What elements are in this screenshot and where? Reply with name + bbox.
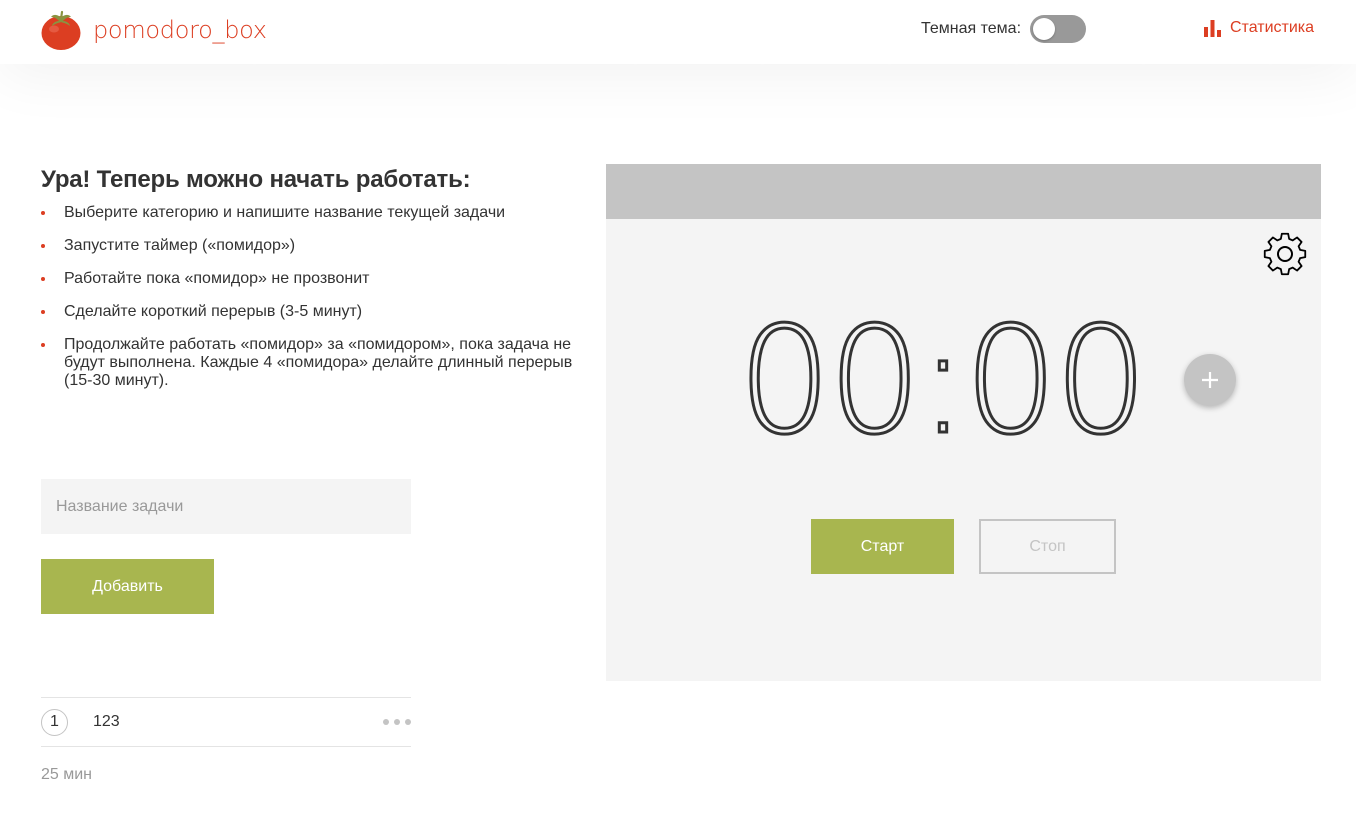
logo-text: pomodoro_box xyxy=(93,16,267,44)
plus-icon xyxy=(1202,372,1218,388)
logo[interactable]: pomodoro_box xyxy=(40,9,267,51)
instruction-step: Запустите таймер («помидор») xyxy=(41,237,601,255)
task-list: 1 123 xyxy=(41,697,411,747)
instruction-step: Выберите категорию и напишите название т… xyxy=(41,204,601,222)
instructions-title: Ура! Теперь можно начать работать: xyxy=(41,166,471,193)
statistics-link[interactable]: Статистика xyxy=(1204,19,1314,37)
instruction-step: Работайте пока «помидор» не прозвонит xyxy=(41,270,601,288)
add-time-button[interactable] xyxy=(1184,354,1236,406)
toggle-knob xyxy=(1033,18,1056,40)
instructions: Ура! Теперь можно начать работать: Выбер… xyxy=(41,166,601,405)
task-name[interactable]: 123 xyxy=(93,713,120,731)
dark-theme-toggle[interactable] xyxy=(1030,15,1087,43)
tomato-icon xyxy=(41,10,81,50)
instruction-step: Сделайте короткий перерыв (3-5 минут) xyxy=(41,303,601,321)
theme-switcher: Темная тема: xyxy=(921,15,1087,43)
task-name-input[interactable] xyxy=(41,479,411,534)
timer-time: 00:00 xyxy=(738,299,1145,449)
statistics-label: Статистика xyxy=(1230,19,1315,36)
bar-chart-icon xyxy=(1204,19,1221,37)
task-menu-icon[interactable] xyxy=(383,717,411,727)
gear-icon[interactable] xyxy=(1262,231,1308,277)
stop-button[interactable]: Стоп xyxy=(979,519,1116,574)
instructions-list: Выберите категорию и напишите название т… xyxy=(41,204,601,390)
task-row[interactable]: 1 123 xyxy=(41,698,411,747)
task-pomodoro-count: 1 xyxy=(41,708,68,736)
timer-panel: 00:00 Старт Стоп xyxy=(606,164,1321,681)
theme-label: Темная тема: xyxy=(921,20,1022,37)
instruction-step: Продолжайте работать «помидор» за «помид… xyxy=(41,336,601,390)
add-task-button[interactable]: Добавить xyxy=(41,559,214,614)
timer-header xyxy=(606,164,1321,219)
app-header: pomodoro_box Темная тема: Статистика xyxy=(0,0,1356,64)
total-time: 25 мин xyxy=(41,766,93,783)
start-button[interactable]: Старт xyxy=(811,519,954,574)
